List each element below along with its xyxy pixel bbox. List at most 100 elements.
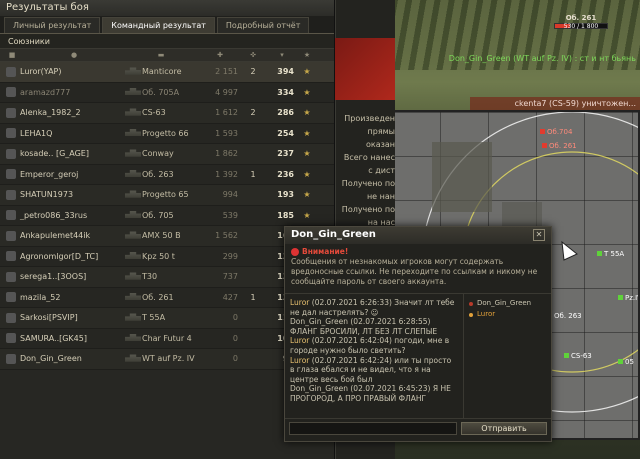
warning-icon <box>291 248 299 256</box>
xp-value: 394 <box>277 67 294 77</box>
tank-icon <box>124 333 142 343</box>
target-health-bar: Об. 261 530 / 1 800 <box>552 14 610 38</box>
player-name-text: aramazd777 <box>20 87 71 97</box>
damage-value: 1 562 <box>215 231 238 241</box>
frags-value: 1 <box>250 292 256 302</box>
chat-title: Don_Gin_Green <box>291 229 376 240</box>
chat-member[interactable]: Luror <box>469 309 546 320</box>
player-name-text: Emperor_geroj <box>20 169 79 179</box>
xp-column-icon[interactable]: ▾ <box>264 51 300 59</box>
chat-message-input[interactable] <box>289 422 457 435</box>
tab-detailed-report[interactable]: Подробный отчёт <box>216 17 310 33</box>
player-name: Alenka_1982_2 <box>0 107 124 118</box>
table-row[interactable]: kosade.. [G_AGE] Conway 1 862 237 ★ <box>0 144 334 165</box>
table-row[interactable]: SHATUN1973 Progetto 65 994 193 ★ <box>0 185 334 206</box>
squad-column-icon[interactable]: ■ <box>0 51 24 59</box>
chat-message: Luror (02.07.2021 6:42:24) или ты просто… <box>290 356 458 385</box>
results-tabs: Личный результат Командный результат Под… <box>0 16 334 34</box>
damage-value: 737 <box>222 272 238 282</box>
table-row[interactable]: aramazd777 Об. 705А 4 997 334 ★ <box>0 83 334 103</box>
chat-member[interactable]: Don_Gin_Green <box>469 298 546 309</box>
table-row[interactable]: Alenka_1982_2 CS-63 1 612 2 286 ★ <box>0 103 334 124</box>
member-name: Luror <box>477 310 496 318</box>
target-name: Об. 261 <box>565 14 597 22</box>
clan-emblem-icon <box>6 66 16 77</box>
minimap-ally-tank: T 55A <box>597 250 624 258</box>
status-dot-icon <box>469 312 473 317</box>
chat-messages[interactable]: Luror (02.07.2021 6:26:33) Значит лт теб… <box>285 294 463 418</box>
tank-name: T30 <box>142 272 158 282</box>
damage-column-icon[interactable]: ✚ <box>198 51 242 59</box>
clan-emblem-icon <box>6 189 16 200</box>
table-row[interactable]: _petro086_33rus Об. 705 539 185 ★ <box>0 206 334 226</box>
player-name-text: LEHA1Q <box>20 128 53 138</box>
player-name: SHATUN1973 <box>0 189 124 200</box>
damage-value: 0 <box>232 313 238 323</box>
message-time: (02.07.2021 6:42:04) <box>311 336 392 346</box>
table-row[interactable]: LEHA1Q Progetto 66 1 593 254 ★ <box>0 124 334 144</box>
damage-info-line: Произведен <box>344 114 395 123</box>
minimap-ally-tank: Pz.IV <box>618 294 638 302</box>
clan-emblem-icon <box>6 312 16 323</box>
tank-name: Об. 705А <box>142 87 180 97</box>
clan-emblem-icon <box>6 148 16 159</box>
tank-icon <box>124 292 142 302</box>
warning-header: Внимание! <box>291 247 545 257</box>
tank-icon <box>124 210 142 220</box>
kill-feed-message-2: ckenta7 (CS-59) уничтожен... <box>470 97 640 110</box>
clan-emblem-icon <box>6 251 16 262</box>
tank-name: T 55A <box>142 313 166 323</box>
xp-value: 236 <box>277 169 294 179</box>
damage-value: 0 <box>232 354 238 364</box>
player-name-text: Agronomlgor[D_TC] <box>20 251 99 261</box>
table-row[interactable]: Emperor_geroj Об. 263 1 392 1 236 ★ <box>0 165 334 185</box>
player-name: _petro086_33rus <box>0 210 124 221</box>
minimap-enemy-tank: Об.704 <box>540 128 572 136</box>
tab-team-result[interactable]: Командный результат <box>102 17 215 33</box>
tank-icon <box>124 272 142 282</box>
player-column-icon[interactable]: ● <box>24 51 124 59</box>
tank-column-icon[interactable]: ▬ <box>124 51 198 59</box>
frags-column-icon[interactable]: ✜ <box>242 51 264 59</box>
chat-title-bar[interactable]: Don_Gin_Green ✕ <box>285 227 551 244</box>
player-name-text: kosade.. [G_AGE] <box>20 149 89 159</box>
tank-icon <box>124 87 142 97</box>
clan-emblem-icon <box>6 271 16 282</box>
player-name-text: Luror(YAP) <box>20 67 62 77</box>
tab-personal-result[interactable]: Личный результат <box>4 17 101 33</box>
clan-emblem-icon <box>6 210 16 221</box>
damage-info-line: не нан <box>366 192 395 201</box>
clan-emblem-icon <box>6 292 16 303</box>
damage-value: 299 <box>222 251 238 261</box>
star-icon: ★ <box>303 87 311 97</box>
player-name: SAMURA..[GK45] <box>0 333 124 344</box>
tank-icon <box>124 149 142 159</box>
minimap-enemy-tank: Об. 261 <box>542 142 577 150</box>
medal-column-icon[interactable]: ★ <box>300 51 314 59</box>
target-hp-text: 530 / 1 800 <box>563 23 599 30</box>
tank-icon <box>124 128 142 138</box>
tank-name: Об. 705 <box>142 210 174 220</box>
chat-warning: Внимание! Сообщения от незнакомых игроко… <box>285 244 551 294</box>
player-name-text: SHATUN1973 <box>20 190 74 200</box>
message-time: (02.07.2021 6:42:24) <box>311 355 392 365</box>
table-row[interactable]: Luror(YAP) Manticore 2 151 2 394 ★ <box>0 62 334 83</box>
player-name-text: SAMURA..[GK45] <box>20 333 87 343</box>
chat-message: Luror (02.07.2021 6:26:33) Значит лт теб… <box>290 298 458 317</box>
clan-emblem-icon <box>6 333 16 344</box>
close-icon[interactable]: ✕ <box>533 229 545 241</box>
player-name: LEHA1Q <box>0 128 124 139</box>
chat-message: Don_Gin_Green (02.07.2021 6:45:23) Я НЕ … <box>290 384 458 403</box>
xp-value: 334 <box>277 87 294 97</box>
player-name-text: Alenka_1982_2 <box>20 108 81 118</box>
minimap-ally-tank: CS-63 <box>564 352 592 360</box>
clan-emblem-icon <box>6 128 16 139</box>
warning-title: Внимание! <box>302 247 349 256</box>
player-name: Luror(YAP) <box>0 66 124 77</box>
player-name: Emperor_geroj <box>0 169 124 180</box>
tank-icon <box>124 231 142 241</box>
frags-value: 1 <box>250 169 256 179</box>
send-button[interactable]: Отправить <box>461 422 547 435</box>
frags-value: 2 <box>250 108 256 118</box>
message-author: Luror <box>290 336 310 346</box>
